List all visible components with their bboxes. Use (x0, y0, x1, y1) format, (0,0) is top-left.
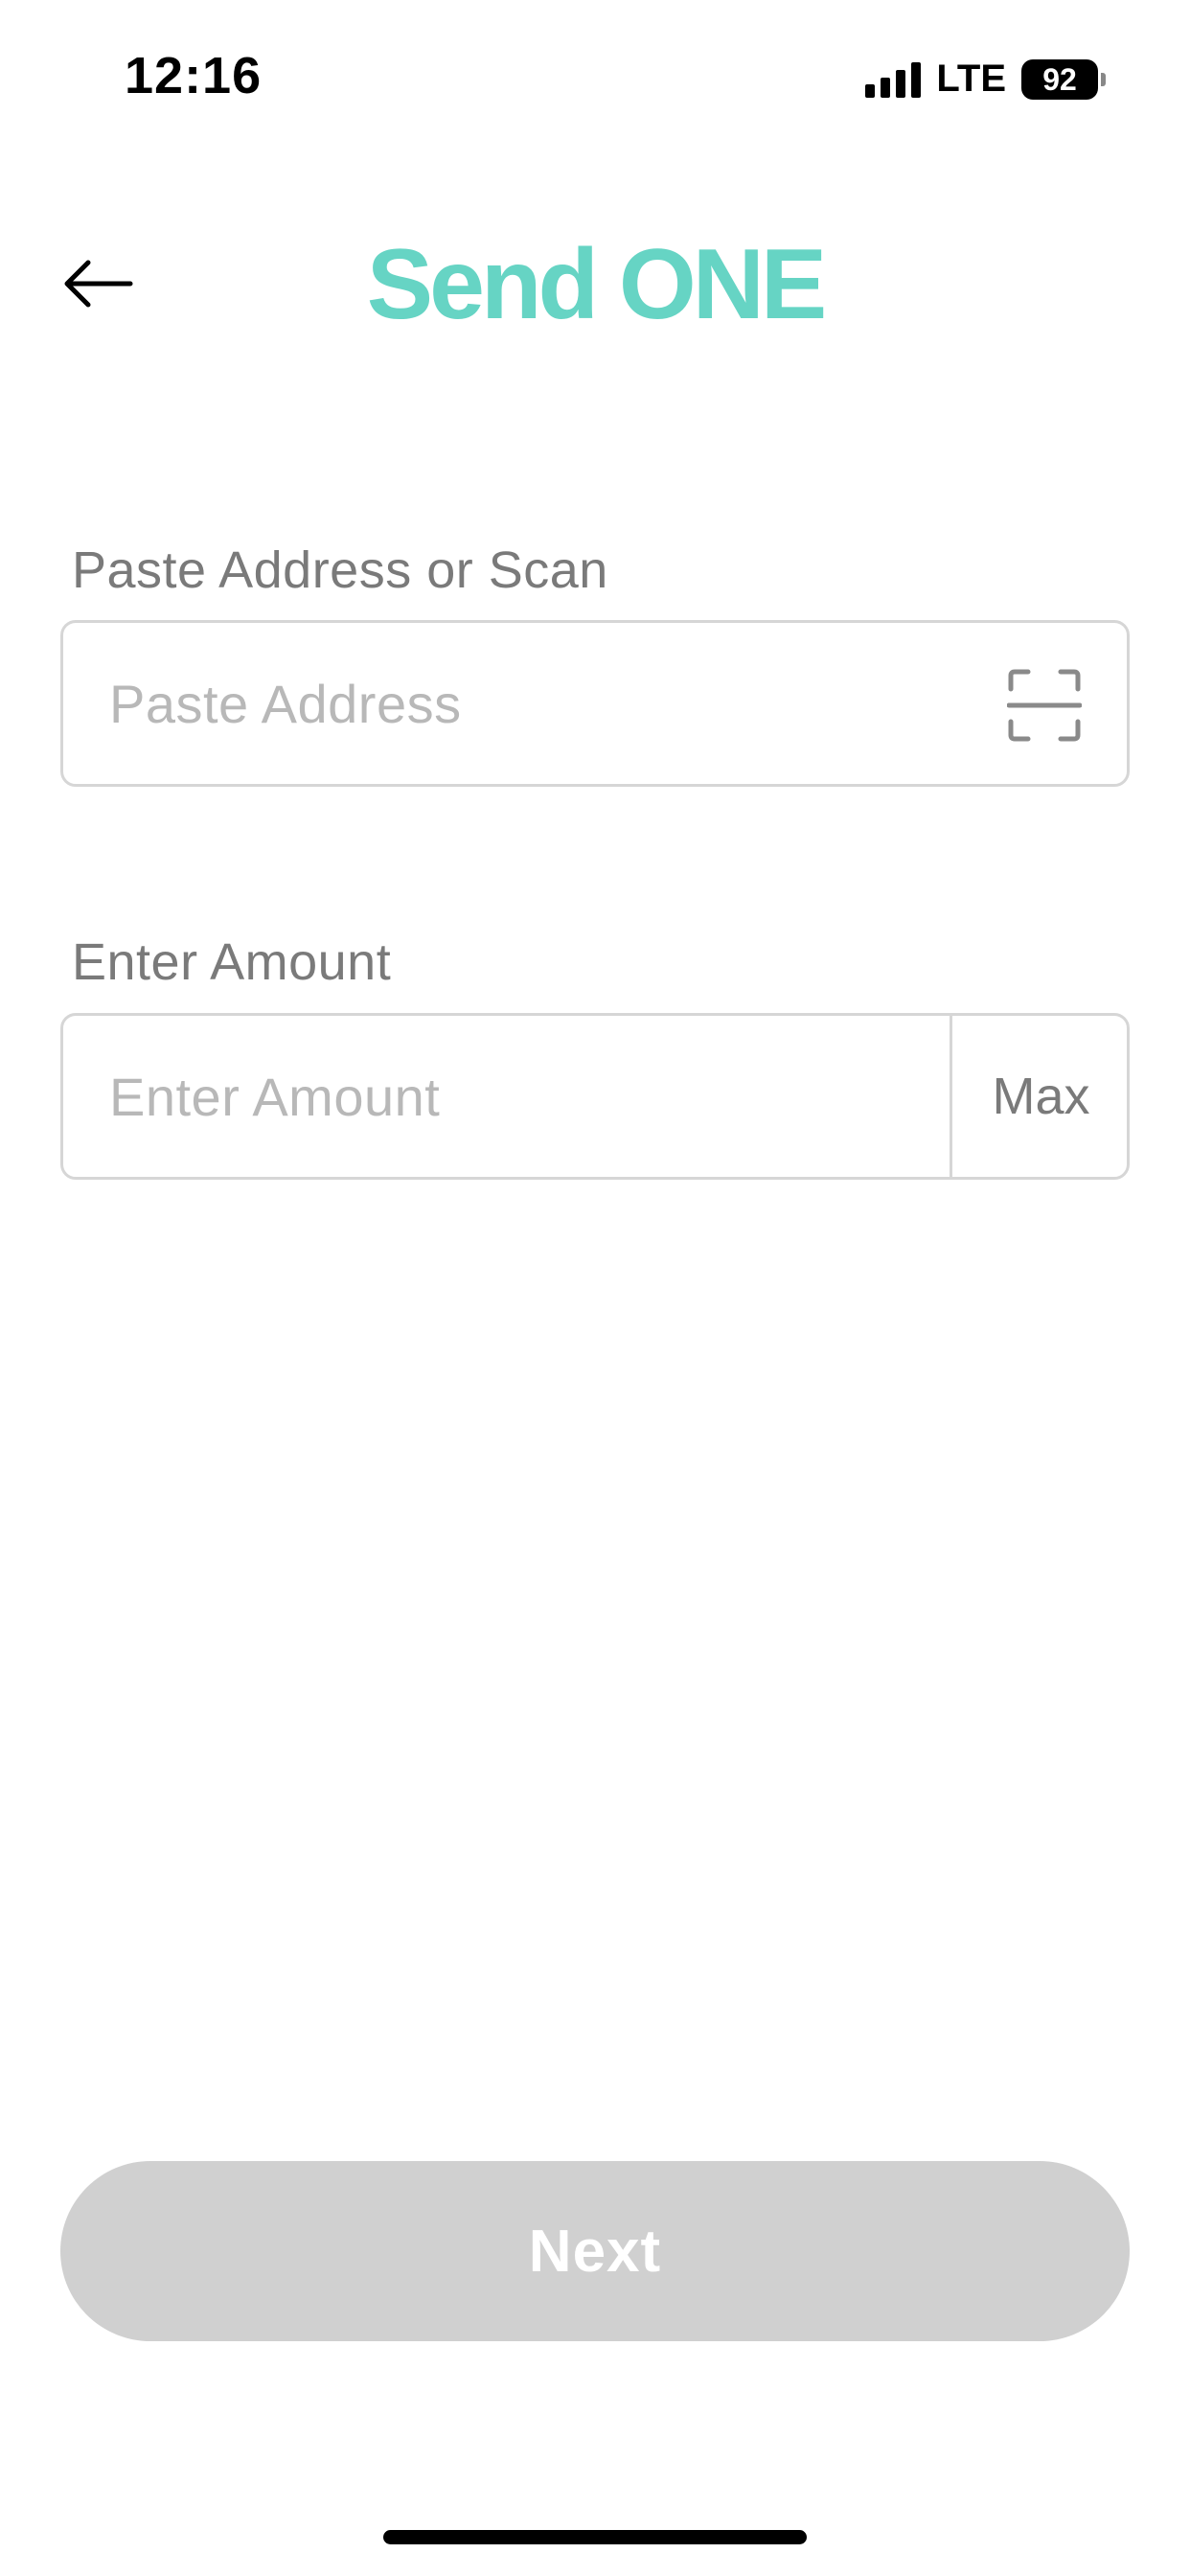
battery-icon: 92 (1021, 58, 1106, 100)
max-button[interactable]: Max (952, 1016, 1130, 1177)
cellular-signal-icon (865, 61, 922, 98)
address-field[interactable] (60, 620, 1130, 787)
next-button[interactable]: Next (60, 2161, 1130, 2341)
network-type: LTE (936, 58, 1006, 100)
status-bar: 12:16 LTE 92 (0, 0, 1190, 153)
send-screen: 12:16 LTE 92 Send ONE Paste Address or S… (0, 0, 1190, 2576)
amount-label: Enter Amount (72, 933, 392, 991)
address-label: Paste Address or Scan (72, 541, 608, 599)
amount-field[interactable]: Max (60, 1013, 1130, 1180)
address-input[interactable] (109, 623, 991, 784)
status-indicators: LTE 92 (865, 58, 1106, 101)
page-title: Send ONE (366, 229, 828, 340)
status-time: 12:16 (125, 47, 263, 104)
scan-qr-icon (1007, 669, 1082, 742)
home-indicator[interactable] (383, 2530, 807, 2544)
battery-level: 92 (1021, 58, 1098, 100)
amount-input[interactable] (109, 1016, 933, 1177)
scan-button[interactable] (1006, 667, 1083, 744)
